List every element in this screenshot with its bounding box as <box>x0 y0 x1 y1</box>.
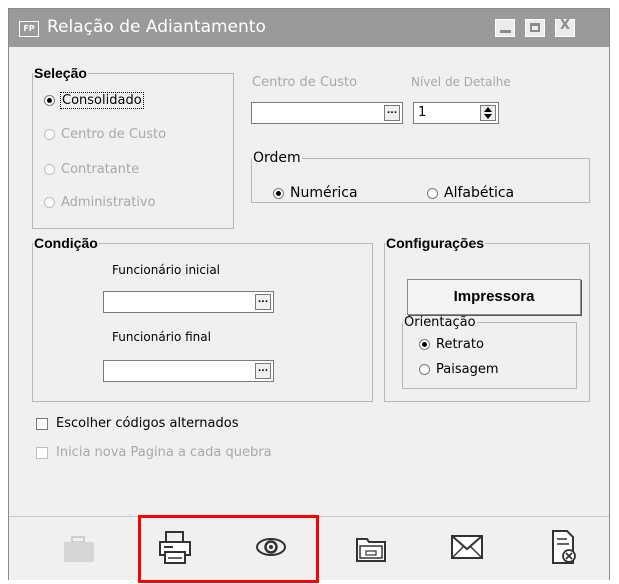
centro-custo-field[interactable]: ... <box>251 102 403 124</box>
orientacao-legend: Orientação <box>404 315 476 330</box>
ordem-legend: Ordem <box>253 150 301 166</box>
radio-administrativo: Administrativo <box>44 195 156 210</box>
checkbox-box <box>36 446 48 459</box>
radio-button[interactable] <box>44 95 55 106</box>
selecao-legend: Seleção <box>34 65 87 81</box>
close-button[interactable]: X <box>555 18 575 37</box>
funcionario-final-lookup-button[interactable]: ... <box>255 363 271 379</box>
checkbox-label: Escolher códigos alternados <box>56 416 239 431</box>
inicia-nova-pagina-checkbox: Inicia nova Pagina a cada quebra <box>36 445 272 460</box>
radio-button <box>44 164 55 175</box>
radio-retrato[interactable]: Retrato <box>419 337 484 352</box>
nivel-detalhe-label: Nível de Detalhe <box>411 75 511 89</box>
funcionario-inicial-label: Funcionário inicial <box>112 263 221 277</box>
centro-custo-lookup-button[interactable]: ... <box>384 105 400 121</box>
envelope-icon[interactable] <box>445 527 489 567</box>
minimize-button[interactable] <box>495 19 515 37</box>
radio-paisagem[interactable]: Paisagem <box>419 362 499 377</box>
radio-alfabetica[interactable]: Alfabética <box>427 185 514 201</box>
nivel-detalhe-spinner[interactable]: 1 <box>413 102 499 124</box>
radio-numerica[interactable]: Numérica <box>273 185 358 201</box>
funcionario-final-field[interactable]: ... <box>103 360 274 382</box>
radio-button <box>44 197 55 208</box>
impressora-button[interactable]: Impressora <box>407 279 581 315</box>
radio-label: Alfabética <box>444 185 515 201</box>
title-bar: FP Relação de Adiantamento X <box>9 9 609 47</box>
checkbox-box[interactable] <box>36 417 48 430</box>
orientacao-group: Orientação <box>402 315 577 389</box>
maximize-button[interactable] <box>525 19 545 37</box>
radio-label: Administrativo <box>61 195 156 210</box>
condicao-legend: Condição <box>34 235 98 251</box>
checkbox-label: Inicia nova Pagina a cada quebra <box>56 445 272 460</box>
close-icon: X <box>559 18 571 33</box>
minimize-icon <box>500 30 511 33</box>
app-badge: FP <box>19 21 39 37</box>
funcionario-inicial-field[interactable]: ... <box>103 291 274 313</box>
radio-button[interactable] <box>273 187 284 199</box>
radio-label: Numérica <box>290 185 358 201</box>
radio-label: Paisagem <box>436 362 499 377</box>
briefcase-icon <box>57 527 101 567</box>
funcionario-inicial-lookup-button[interactable]: ... <box>255 294 271 310</box>
radio-button <box>44 129 55 140</box>
nivel-detalhe-value: 1 <box>418 105 427 120</box>
radio-label: Consolidado <box>60 92 144 109</box>
spin-down-icon[interactable] <box>484 114 492 119</box>
radio-button[interactable] <box>427 187 438 199</box>
configuracoes-legend: Configurações <box>386 235 485 251</box>
radio-label: Retrato <box>436 337 484 352</box>
radio-button[interactable] <box>419 339 430 350</box>
document-close-icon[interactable] <box>541 527 585 567</box>
highlight-box <box>138 515 319 583</box>
spin-buttons[interactable] <box>480 105 496 121</box>
window-title: Relação de Adiantamento <box>47 17 266 37</box>
radio-contratante: Contratante <box>44 162 139 177</box>
funcionario-final-label: Funcionário final <box>112 330 211 344</box>
spin-up-icon[interactable] <box>484 107 492 112</box>
report-dialog: FP Relação de Adiantamento X Seleção Con… <box>8 8 610 583</box>
radio-label: Centro de Custo <box>61 127 167 142</box>
escolher-codigos-checkbox[interactable]: Escolher códigos alternados <box>36 416 238 431</box>
radio-label: Contratante <box>61 162 140 177</box>
folder-icon[interactable] <box>349 527 393 567</box>
radio-consolidado[interactable]: Consolidado <box>44 92 144 109</box>
centro-custo-label: Centro de Custo <box>252 75 358 90</box>
maximize-icon <box>530 23 540 32</box>
radio-button[interactable] <box>419 364 430 375</box>
radio-centro-custo: Centro de Custo <box>44 127 166 142</box>
